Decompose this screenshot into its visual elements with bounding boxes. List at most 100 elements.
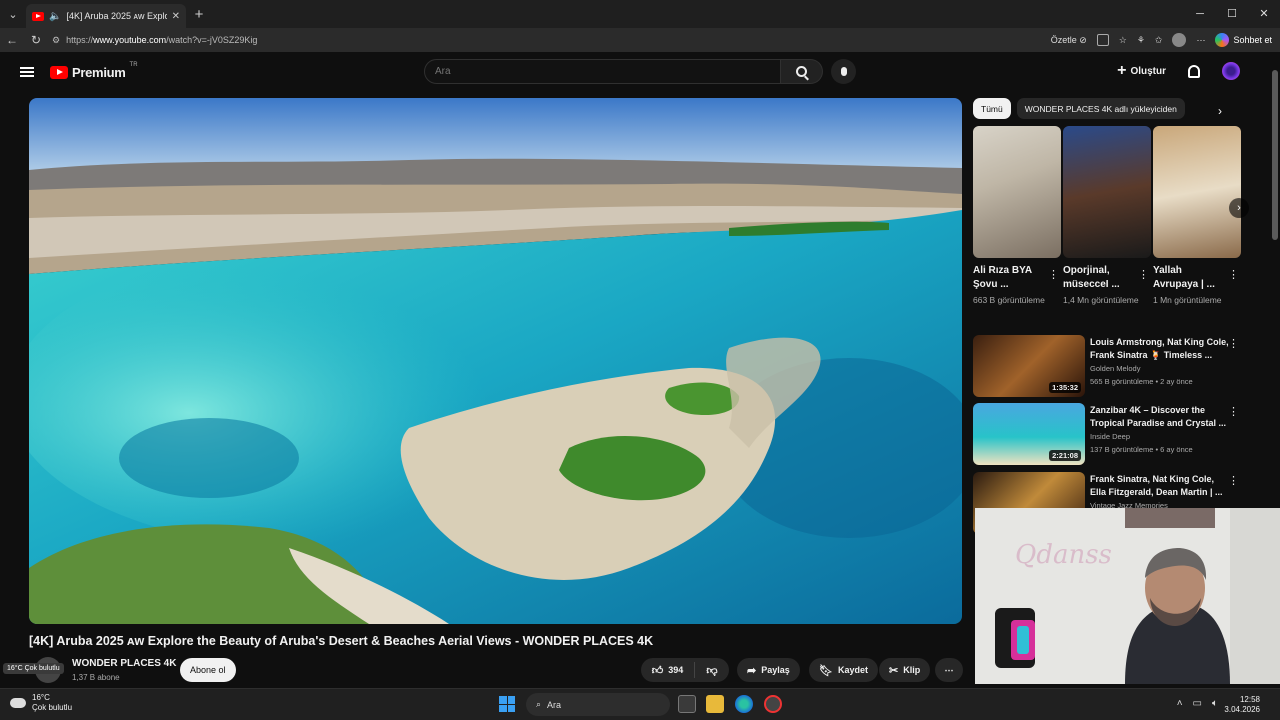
- plus-icon: +: [1117, 62, 1127, 79]
- video-channel[interactable]: Golden Melody: [1090, 364, 1140, 373]
- taskbar-weather-widget[interactable]: 16°C Çok bulutlu: [10, 693, 72, 713]
- copilot-icon: [1215, 33, 1230, 47]
- extensions-icon[interactable]: ⚘: [1137, 35, 1145, 46]
- more-vertical-icon[interactable]: ⋮: [1228, 405, 1239, 418]
- webcam-overlay: Qdanss: [975, 508, 1280, 684]
- search-button[interactable]: [781, 59, 823, 84]
- logo-region: TR: [129, 61, 138, 68]
- browser-tab-youtube[interactable]: 🔈 [4K] Aruba 2025 ᴀᴡ Explore the Beauty …: [26, 4, 186, 28]
- video-duration: 2:21:08: [1049, 450, 1081, 461]
- copilot-button[interactable]: Sohbet et: [1215, 33, 1272, 47]
- favorites-icon[interactable]: ✩: [1155, 35, 1163, 46]
- recommended-video[interactable]: 1:35:32 Louis Armstrong, Nat King Cole, …: [973, 335, 1251, 397]
- short-item[interactable]: Oporjinal, müsecceI ... 1,4 Mn görüntüle…: [1063, 126, 1151, 307]
- recommended-video[interactable]: 2:21:08 Zanzibar 4K – Discover the Tropi…: [973, 403, 1251, 465]
- split-screen-icon[interactable]: [1096, 34, 1109, 46]
- tab-actions-icon[interactable]: ⌄: [0, 0, 26, 28]
- like-button[interactable]: 👍︎ 394: [641, 662, 695, 678]
- menu-icon[interactable]: [20, 67, 34, 77]
- share-button[interactable]: ➦ Paylaş: [737, 658, 800, 682]
- clip-button[interactable]: ✂ Klip: [879, 658, 931, 682]
- minimize-button[interactable]: ─: [1184, 0, 1216, 28]
- create-button[interactable]: + Oluştur: [1117, 62, 1166, 79]
- volume-icon[interactable]: 🔈︎: [1212, 698, 1218, 709]
- short-views: 1 Mn görüntüleme: [1153, 295, 1222, 305]
- like-count: 394: [668, 665, 684, 675]
- video-player[interactable]: [29, 98, 962, 624]
- save-button[interactable]: 🔖︎ Kaydet: [809, 658, 878, 682]
- taskbar-search-label: Ara: [547, 699, 562, 710]
- scissors-icon: ✂: [889, 664, 899, 677]
- chip-from-uploader[interactable]: WONDER PLACES 4K adlı yükleyiciden: [1016, 98, 1185, 119]
- voice-search-button[interactable]: [831, 59, 856, 84]
- search-input[interactable]: [424, 59, 781, 84]
- short-views: 663 B görüntüleme: [973, 295, 1045, 305]
- more-vertical-icon[interactable]: ⋮: [1048, 268, 1059, 281]
- screen: ⌄ 🔈 [4K] Aruba 2025 ᴀᴡ Explore the Beaut…: [0, 0, 1280, 720]
- window-controls: ─ ☐ ✕: [1184, 0, 1280, 28]
- more-vertical-icon[interactable]: ⋮: [1228, 474, 1239, 487]
- more-vertical-icon[interactable]: ⋮: [1228, 268, 1239, 281]
- address-bar-actions: Özetle ⊘ ☆ ⚘ ✩ ⋯ Sohbet et: [1051, 33, 1280, 47]
- taskbar-search[interactable]: ⌕ Ara: [526, 693, 670, 716]
- taskbar-clock[interactable]: 12:58 3.04.2026: [1224, 695, 1260, 715]
- windows-start-icon[interactable]: [499, 696, 515, 712]
- dislike-button[interactable]: 👎︎: [695, 664, 729, 677]
- page-scrollbar[interactable]: [1272, 60, 1278, 660]
- favorite-star-icon[interactable]: ☆: [1119, 35, 1127, 46]
- shorts-next-button[interactable]: ›: [1229, 198, 1249, 218]
- video-channel[interactable]: Inside Deep: [1090, 432, 1130, 441]
- weather-condition: Çok bulutlu: [32, 703, 73, 712]
- notifications-bell-icon[interactable]: [1188, 64, 1200, 78]
- close-window-button[interactable]: ✕: [1248, 0, 1280, 28]
- url-field[interactable]: ⚙ https://www.youtube.com/watch?v=-jV0SZ…: [48, 35, 1051, 46]
- more-vertical-icon[interactable]: ⋮: [1228, 337, 1239, 350]
- chevron-up-icon[interactable]: ˄: [1177, 698, 1183, 709]
- speaker-icon[interactable]: 🔈: [49, 11, 61, 22]
- clock-date: 3.04.2026: [1224, 705, 1260, 714]
- short-item[interactable]: Yallah Avrupaya | ... 1 Mn görüntüleme ⋮: [1153, 126, 1241, 307]
- video-title: Frank Sinatra, Nat King Cole, Ella Fitzg…: [1090, 474, 1223, 497]
- youtube-premium-logo[interactable]: Premium TR: [50, 61, 138, 80]
- refresh-button[interactable]: ↻: [24, 33, 48, 47]
- system-tray: ˄ ▭ 🔈︎: [1177, 698, 1218, 709]
- account-avatar[interactable]: [1222, 62, 1240, 80]
- app-icon[interactable]: [764, 695, 782, 713]
- short-item[interactable]: Ali Rıza BYA Şovu ... 663 B görüntüleme …: [973, 126, 1061, 307]
- subscribe-button[interactable]: Abone ol: [180, 658, 236, 682]
- chevron-right-icon[interactable]: ›: [1218, 104, 1222, 118]
- tab-title: [4K] Aruba 2025 ᴀᴡ Explore the Beauty of…: [66, 11, 166, 21]
- short-thumbnail: [1153, 126, 1241, 258]
- site-info-icon[interactable]: ⚙: [52, 35, 60, 46]
- youtube-favicon-icon: [32, 11, 44, 21]
- back-button[interactable]: ←: [0, 33, 24, 47]
- profile-avatar[interactable]: [1172, 33, 1187, 47]
- summarize-button[interactable]: Özetle ⊘: [1051, 35, 1087, 46]
- new-tab-button[interactable]: +: [186, 6, 212, 23]
- more-actions-button[interactable]: ⋯: [935, 658, 963, 682]
- chip-all[interactable]: Tümü: [973, 98, 1011, 119]
- url-host: www.youtube.com: [93, 35, 167, 45]
- close-tab-icon[interactable]: ✕: [172, 11, 180, 22]
- task-view-icon[interactable]: [678, 695, 696, 713]
- video-thumbnail: 2:21:08: [973, 403, 1085, 465]
- youtube-header: Premium TR + Oluştur: [0, 52, 1268, 92]
- channel-name[interactable]: WONDER PLACES 4K: [72, 658, 176, 669]
- channel-row: WONDER PLACES 4K 1,37 B abone Abone ol 👍…: [29, 656, 963, 684]
- network-icon[interactable]: ▭: [1193, 698, 1202, 709]
- like-dislike-pill: 👍︎ 394 👎︎: [641, 658, 729, 682]
- create-label: Oluştur: [1130, 65, 1166, 77]
- scrollbar-thumb[interactable]: [1272, 70, 1278, 240]
- share-arrow-icon: ➦: [747, 664, 757, 677]
- clip-label: Klip: [903, 665, 921, 675]
- settings-more-icon[interactable]: ⋯: [1196, 35, 1205, 46]
- thumbs-up-icon: 👍︎: [651, 664, 664, 677]
- more-vertical-icon[interactable]: ⋮: [1138, 268, 1149, 281]
- summarize-label: Özetle: [1050, 34, 1077, 45]
- file-explorer-icon[interactable]: [706, 695, 724, 713]
- browser-tab-strip: ⌄ 🔈 [4K] Aruba 2025 ᴀᴡ Explore the Beaut…: [0, 0, 1280, 28]
- maximize-button[interactable]: ☐: [1216, 0, 1248, 28]
- edge-browser-icon[interactable]: [735, 695, 753, 713]
- header-actions: + Oluştur: [1117, 62, 1240, 80]
- thumbs-down-icon: 👎︎: [706, 664, 718, 677]
